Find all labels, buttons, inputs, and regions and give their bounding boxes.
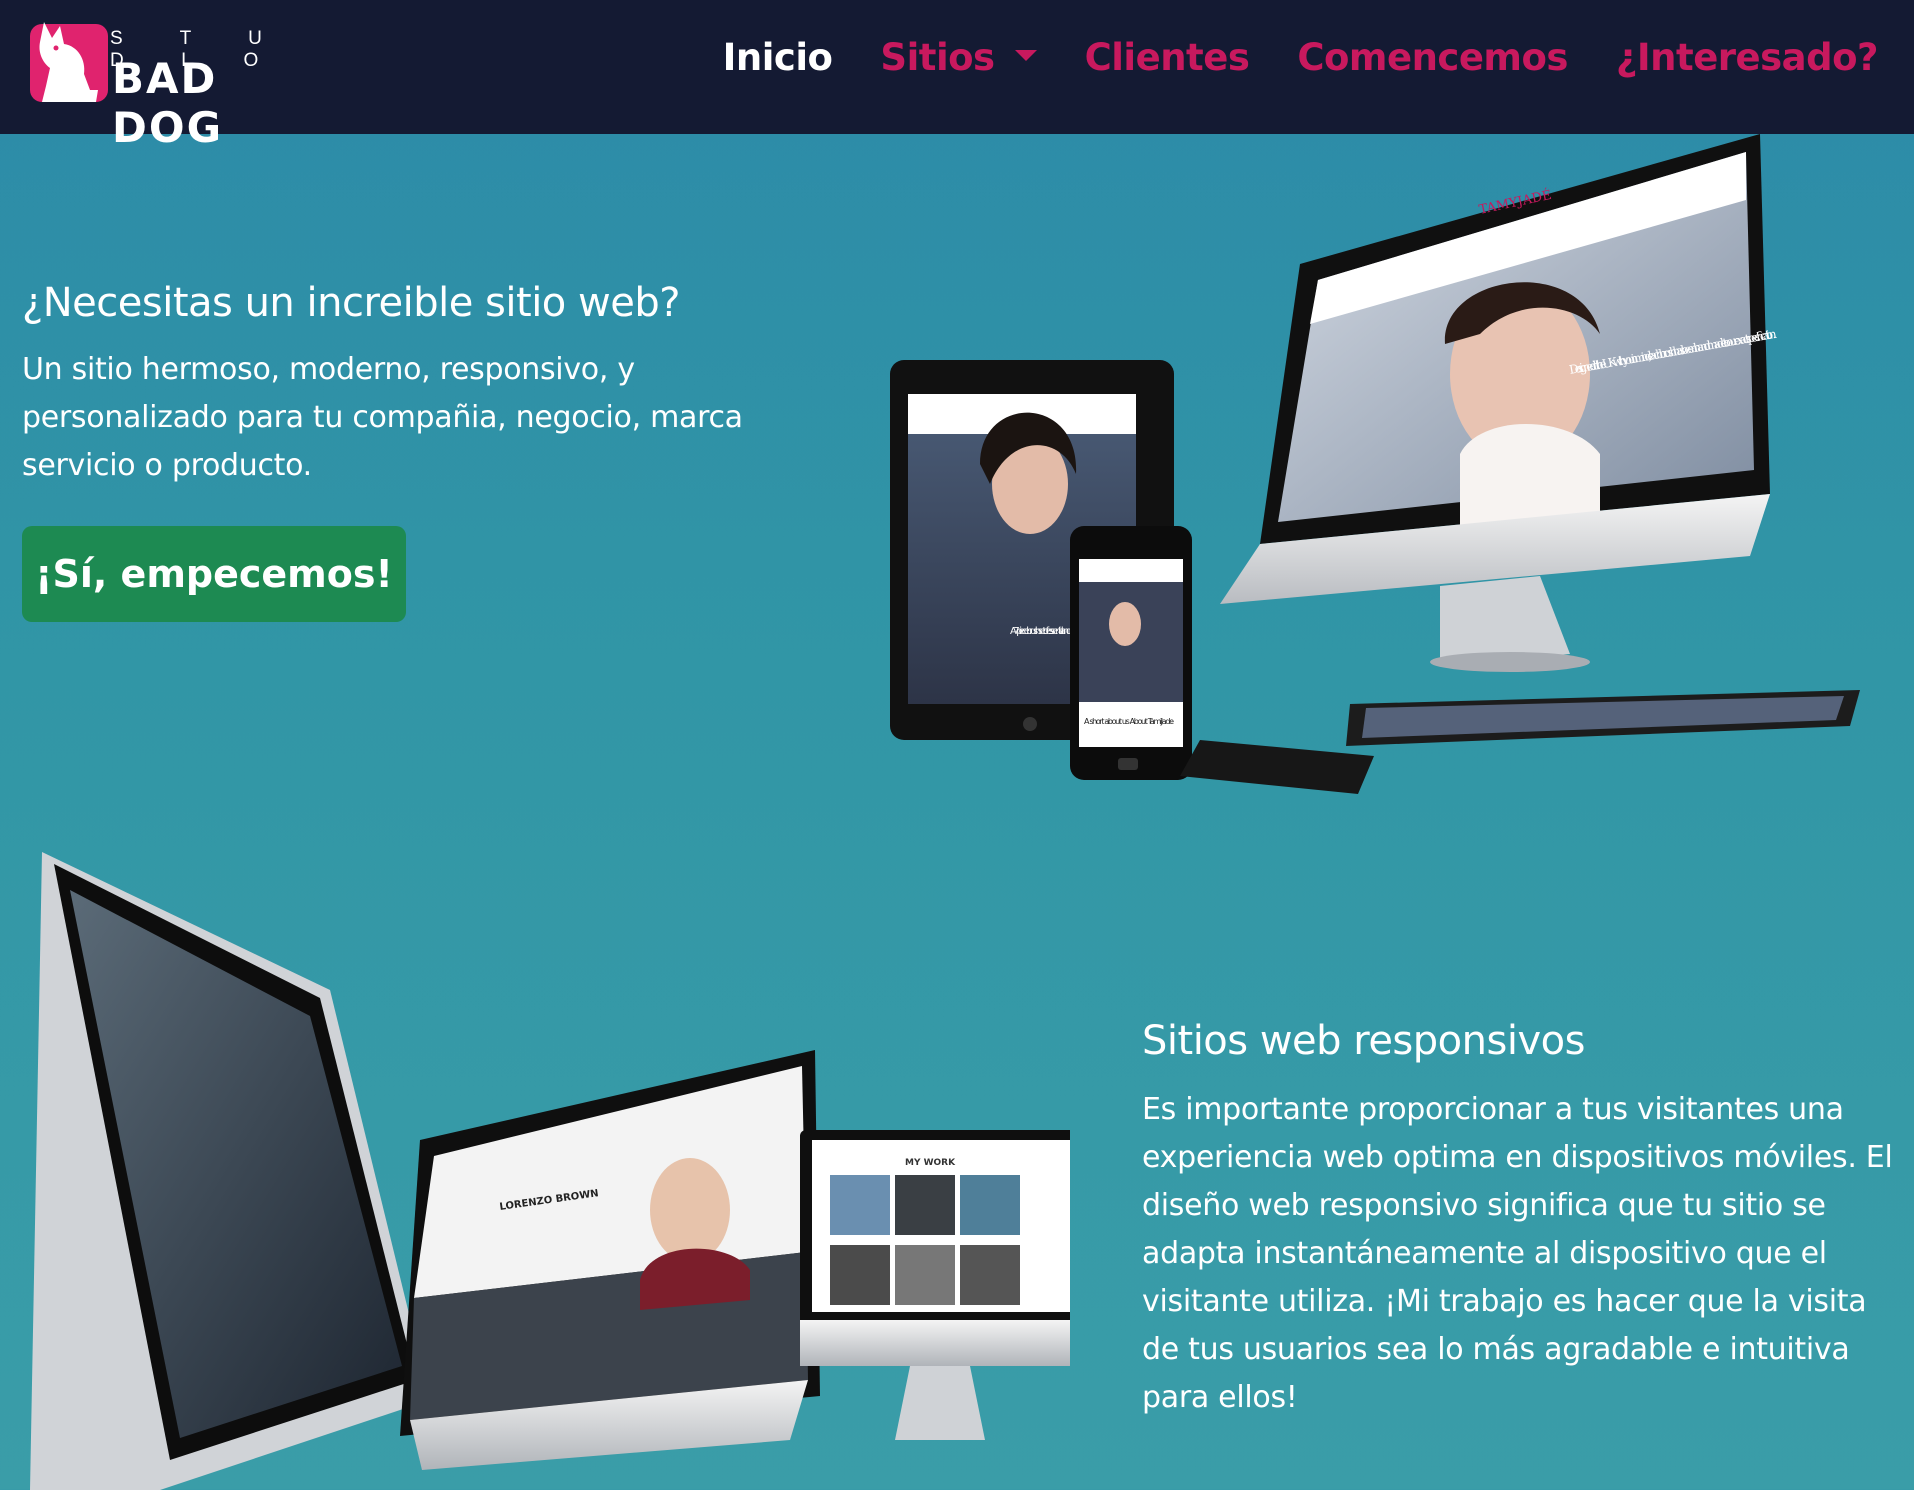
top-navbar: S T U D I O BAD DOG Inicio Sitios Client… bbox=[0, 0, 1914, 152]
responsive-title: Sitios web responsivos bbox=[1142, 1018, 1585, 1064]
responsive-body: Es importante proporcionar a tus visitan… bbox=[1142, 1092, 1893, 1415]
start-button[interactable]: ¡Sí, empecemos! bbox=[22, 526, 406, 622]
nav-interesado[interactable]: ¿Interesado? bbox=[1616, 36, 1879, 79]
caret-down-icon bbox=[1014, 50, 1037, 61]
phone-text: A short about us About TamiJade bbox=[1084, 717, 1174, 726]
nav-inicio[interactable]: Inicio bbox=[723, 36, 833, 79]
devices-mockup-top: TAMYJADÉ Designed in the UK with you in … bbox=[880, 134, 1880, 794]
my-work-text: MY WORK bbox=[905, 1158, 956, 1168]
hero-title: ¿Necesitas un increible sitio web? bbox=[22, 280, 680, 326]
nav-comencemos[interactable]: Comencemos bbox=[1297, 36, 1568, 79]
responsive-section: Sitios web responsivos Es importante pro… bbox=[1142, 1018, 1902, 1422]
hero-section: ¿Necesitas un increible sitio web? Un si… bbox=[22, 280, 782, 490]
devices-mockup-bottom: LORENZO BROWN MY WORK bbox=[30, 840, 1085, 1490]
nav-sitios[interactable]: Sitios bbox=[880, 36, 1037, 79]
brand-logo[interactable]: S T U D I O BAD DOG bbox=[30, 16, 320, 152]
hero-subtitle: Un sitio hermoso, moderno, responsivo, y… bbox=[22, 352, 743, 483]
nav-sitios-label: Sitios bbox=[880, 36, 995, 79]
logo-name-text: BAD DOG bbox=[112, 54, 224, 152]
nav-clientes[interactable]: Clientes bbox=[1085, 36, 1250, 79]
main-nav: Inicio Sitios Clientes Comencemos ¿Inter… bbox=[723, 36, 1879, 79]
dog-logo-icon bbox=[30, 22, 108, 102]
